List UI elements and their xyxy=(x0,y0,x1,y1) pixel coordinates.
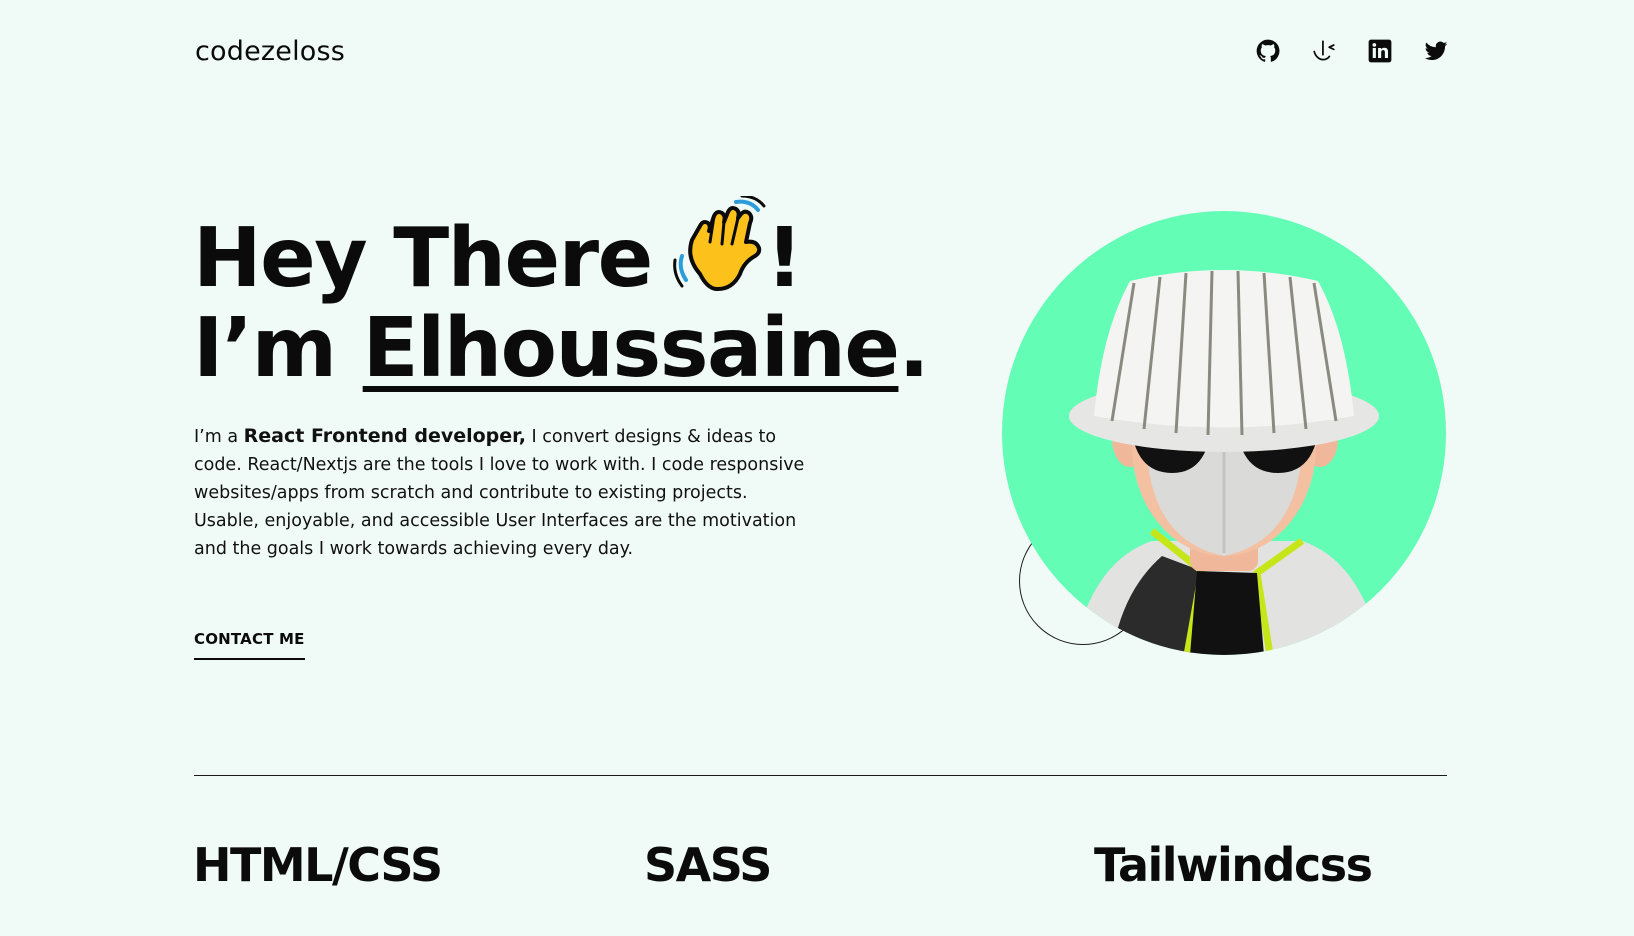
skill-item: SASS xyxy=(644,838,772,892)
twitter-link[interactable] xyxy=(1423,38,1449,64)
waving-hand-icon xyxy=(672,196,766,292)
skill-item: Tailwindcss xyxy=(1094,838,1373,892)
intro-role: React Frontend developer, xyxy=(243,425,526,447)
hero-line-2: I’m Elhoussaine. xyxy=(193,301,930,396)
hero-im: I’m xyxy=(193,301,337,396)
portfolio-page: codezeloss Hey There ! I’m Elhoussaine. … xyxy=(0,0,1634,936)
twitter-icon xyxy=(1424,41,1448,61)
avatar xyxy=(1002,211,1446,655)
social-links xyxy=(1255,38,1449,64)
avatar-illustration xyxy=(1069,270,1382,655)
contact-me-link[interactable]: CONTACT ME xyxy=(194,630,305,660)
linkedin-link[interactable] xyxy=(1367,38,1393,64)
hero-name-end: . xyxy=(898,301,929,396)
intro-paragraph: I’m a React Frontend developer, I conver… xyxy=(194,422,814,563)
hero-heading: Hey There ! I’m Elhoussaine. xyxy=(193,196,930,396)
linkedin-icon xyxy=(1368,39,1392,63)
hero-greeting-end: ! xyxy=(765,211,803,306)
hero-greeting: Hey There xyxy=(193,211,653,306)
github-link[interactable] xyxy=(1255,38,1281,64)
hero-line-1: Hey There ! xyxy=(193,196,928,304)
frontend-mentor-icon xyxy=(1313,40,1335,61)
github-icon xyxy=(1256,39,1280,62)
hero-name: Elhoussaine xyxy=(362,301,900,396)
frontend-mentor-link[interactable] xyxy=(1311,38,1337,64)
site-logo[interactable]: codezeloss xyxy=(195,36,345,67)
skill-item: HTML/CSS xyxy=(193,838,443,892)
section-divider xyxy=(194,775,1447,776)
intro-pre: I’m a xyxy=(194,427,239,447)
